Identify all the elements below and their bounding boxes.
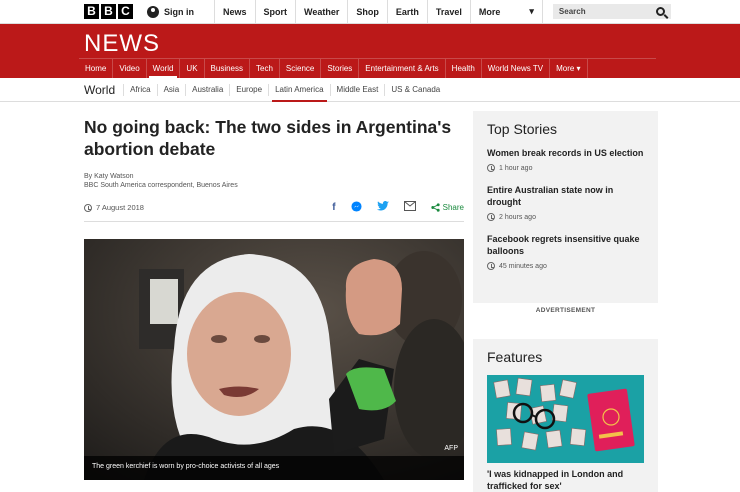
top-story-item[interactable]: Facebook regrets insensitive quake ballo… xyxy=(487,233,644,270)
mainnav-video[interactable]: Video xyxy=(113,59,147,78)
news-title[interactable]: NEWS xyxy=(84,24,740,58)
logo-letter-c: C xyxy=(118,4,133,19)
secnav-africa[interactable]: Africa xyxy=(123,83,156,96)
mainnav-world[interactable]: World xyxy=(147,59,181,78)
secnav-europe[interactable]: Europe xyxy=(229,83,268,96)
article-date: 7 August 2018 xyxy=(84,203,144,212)
mainnav-home[interactable]: Home xyxy=(79,59,114,78)
user-icon xyxy=(147,5,159,18)
topnav-news[interactable]: News xyxy=(215,0,256,23)
share-tools: f Share xyxy=(332,200,464,215)
story-time: 2 hours ago xyxy=(487,213,644,221)
search-input[interactable]: Search xyxy=(552,4,671,19)
article-meta: 7 August 2018 f Share xyxy=(84,200,464,222)
article-photo: AFP The green kerchief is worn by pro-ch… xyxy=(84,239,464,480)
signin-label: Sign in xyxy=(164,6,194,17)
article-headline: No going back: The two sides in Argentin… xyxy=(84,117,452,159)
share-icon xyxy=(431,203,440,212)
bbc-logo[interactable]: B B C xyxy=(84,0,133,23)
byline: By Katy Watson BBC South America corresp… xyxy=(84,172,464,190)
story-time-text: 2 hours ago xyxy=(499,213,536,221)
date-text: 7 August 2018 xyxy=(96,203,144,212)
mainnav-business[interactable]: Business xyxy=(205,59,251,78)
photo-caption: The green kerchief is worn by pro-choice… xyxy=(84,456,464,480)
logo-letter-b1: B xyxy=(84,4,99,19)
topnav-more[interactable]: More ▾ xyxy=(471,0,543,23)
secnav-asia[interactable]: Asia xyxy=(156,83,186,96)
chevron-down-icon: ▾ xyxy=(529,6,534,16)
mainnav-tech[interactable]: Tech xyxy=(250,59,280,78)
secnav-middle-east[interactable]: Middle East xyxy=(329,83,385,96)
top-stories-panel: Top Stories Women break records in US el… xyxy=(473,111,658,303)
section-nav: World Africa Asia Australia Europe Latin… xyxy=(0,78,740,102)
news-banner: NEWS Home Video World UK Business Tech S… xyxy=(0,24,740,78)
topnav-weather[interactable]: Weather xyxy=(296,0,349,23)
topnav-more-label: More xyxy=(478,6,501,17)
feature-image[interactable] xyxy=(487,375,644,463)
story-time: 45 minutes ago xyxy=(487,262,644,270)
search-icon[interactable] xyxy=(655,7,665,16)
top-nav: News Sport Weather Shop Earth Travel Mor… xyxy=(215,0,543,23)
main-nav: Home Video World UK Business Tech Scienc… xyxy=(79,58,656,78)
logo-letter-b2: B xyxy=(101,4,116,19)
topnav-shop[interactable]: Shop xyxy=(348,0,388,23)
passports-illustration xyxy=(487,375,644,463)
features-heading: Features xyxy=(487,349,543,365)
clock-icon xyxy=(487,164,495,172)
share-button[interactable]: Share xyxy=(431,203,464,212)
story-title[interactable]: Entire Australian state now in drought xyxy=(487,184,644,208)
feature-title[interactable]: 'I was kidnapped in London and trafficke… xyxy=(487,468,644,492)
author: By Katy Watson xyxy=(84,173,134,180)
topnav-earth[interactable]: Earth xyxy=(388,0,428,23)
signin-link[interactable]: Sign in xyxy=(147,0,215,23)
section-title[interactable]: World xyxy=(84,83,115,97)
story-time-text: 45 minutes ago xyxy=(499,262,547,270)
mainnav-uk[interactable]: UK xyxy=(180,59,205,78)
secnav-us-canada[interactable]: US & Canada xyxy=(384,83,446,96)
story-time-text: 1 hour ago xyxy=(499,164,533,172)
advertisement-label: ADVERTISEMENT xyxy=(535,307,596,314)
mainnav-science[interactable]: Science xyxy=(280,59,322,78)
author-role: BBC South America correspondent, Buenos … xyxy=(84,182,238,189)
clock-icon xyxy=(487,213,495,221)
secnav-australia[interactable]: Australia xyxy=(185,83,229,96)
story-title[interactable]: Facebook regrets insensitive quake ballo… xyxy=(487,233,644,257)
top-stories-heading: Top Stories xyxy=(487,121,558,137)
mainnav-health[interactable]: Health xyxy=(446,59,482,78)
messenger-icon[interactable] xyxy=(351,200,362,215)
story-title[interactable]: Women break records in US election xyxy=(487,147,644,159)
topnav-travel[interactable]: Travel xyxy=(428,0,471,23)
story-time: 1 hour ago xyxy=(487,164,644,172)
top-story-item[interactable]: Women break records in US election 1 hou… xyxy=(487,147,644,172)
search-placeholder: Search xyxy=(558,7,586,16)
mainnav-world-news-tv[interactable]: World News TV xyxy=(482,59,551,78)
protest-photo-image xyxy=(84,239,464,480)
features-panel: Features 'I was kidnapped in London and … xyxy=(473,339,658,492)
top-bar: B B C Sign in News Sport Weather Shop Ea… xyxy=(0,0,740,24)
mainnav-entertainment[interactable]: Entertainment & Arts xyxy=(359,59,446,78)
email-icon[interactable] xyxy=(403,201,416,214)
share-label: Share xyxy=(442,203,464,212)
photo-credit: AFP xyxy=(444,445,458,452)
clock-icon xyxy=(84,203,92,212)
clock-icon xyxy=(487,262,495,270)
mainnav-more[interactable]: More ▾ xyxy=(550,59,588,78)
twitter-icon[interactable] xyxy=(376,201,389,214)
article: No going back: The two sides in Argentin… xyxy=(84,116,464,222)
mainnav-stories[interactable]: Stories xyxy=(321,59,360,78)
facebook-icon[interactable]: f xyxy=(332,202,335,213)
topnav-sport[interactable]: Sport xyxy=(256,0,297,23)
secnav-latin-america[interactable]: Latin America xyxy=(268,83,329,102)
top-story-item[interactable]: Entire Australian state now in drought 2… xyxy=(487,184,644,221)
